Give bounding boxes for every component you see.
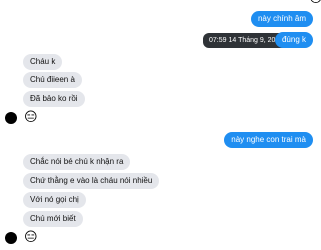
message-incoming[interactable]: Cháu k	[23, 54, 63, 70]
message-incoming[interactable]: Với nó gọi chị	[23, 192, 86, 208]
emoji-message[interactable]: 😑	[24, 110, 38, 124]
message-outgoing[interactable]: này chính âm	[250, 11, 313, 27]
contact-avatar[interactable]	[5, 232, 17, 244]
contact-avatar[interactable]	[5, 112, 17, 124]
message-incoming[interactable]: Chứ thằng e vào là cháu nói nhiều	[23, 173, 160, 189]
emoji-reaction-partial: 😑	[309, 0, 321, 5]
message-outgoing[interactable]: này nghe con trai mà	[224, 132, 313, 148]
chat-thread: 😑 này chính âm 07:59 14 Tháng 9, 2021 đú…	[0, 0, 321, 250]
message-incoming[interactable]: Chắc nói bé chú k nhận ra	[23, 154, 131, 170]
message-incoming[interactable]: Chú mới biết	[23, 211, 83, 227]
message-incoming[interactable]: Chú điieen à	[23, 72, 82, 88]
message-incoming[interactable]: Đã bảo ko rồi	[23, 91, 85, 107]
message-outgoing[interactable]: đúng k	[274, 32, 313, 48]
emoji-message[interactable]: 😑	[24, 230, 38, 244]
